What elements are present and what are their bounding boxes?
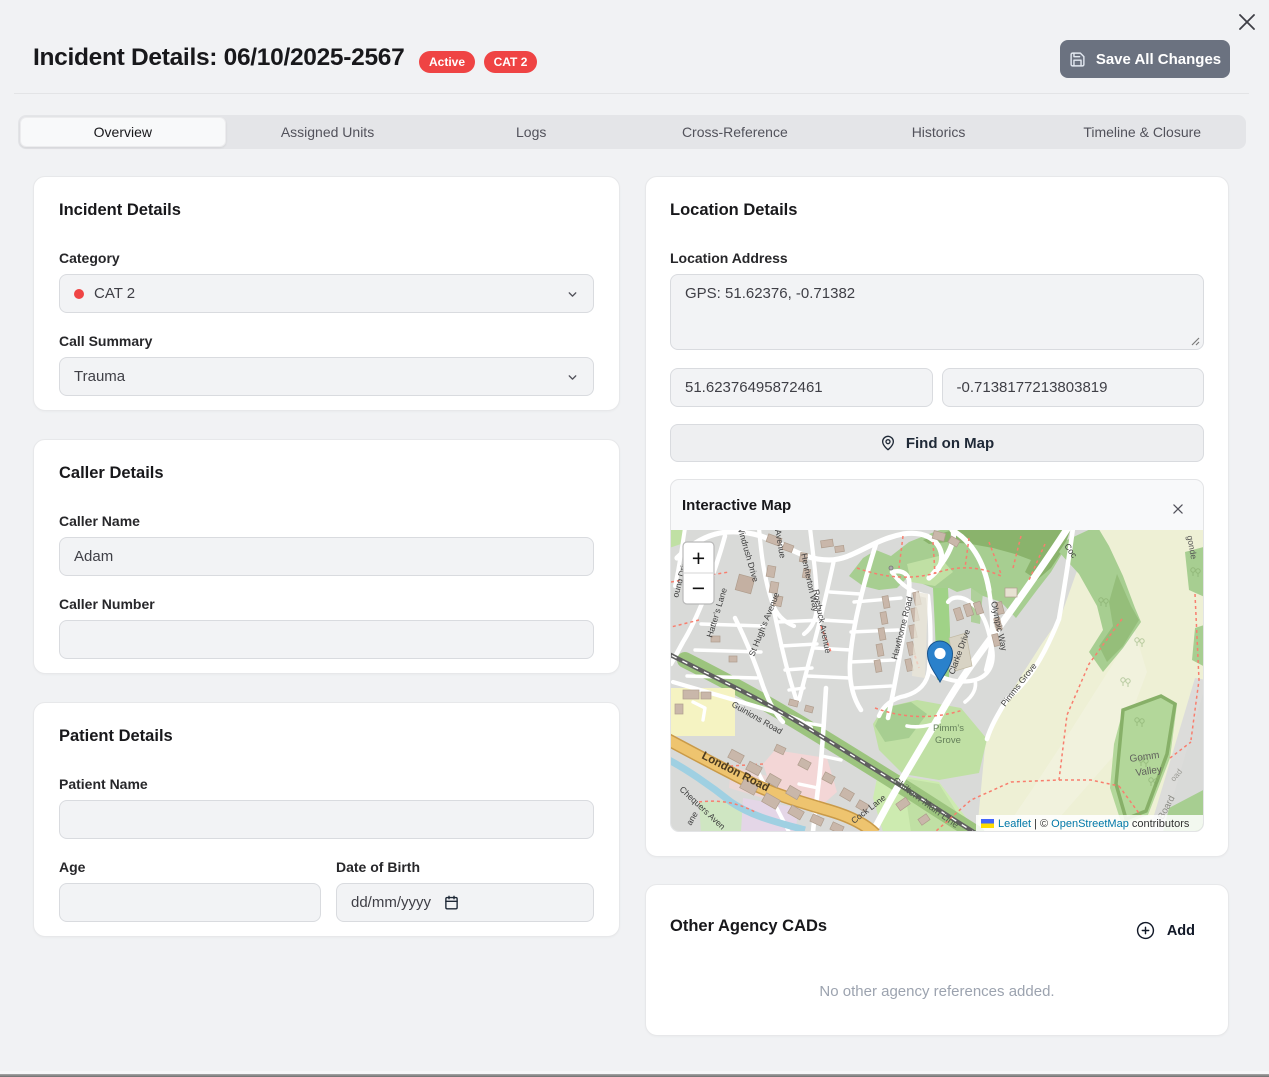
svg-text:Leaflet | © OpenStreetMap cont: Leaflet | © OpenStreetMap contributors xyxy=(998,818,1190,830)
svg-text:Pimm’s: Pimm’s xyxy=(933,723,964,734)
svg-text:−: − xyxy=(692,575,705,601)
svg-text:+: + xyxy=(692,545,705,571)
svg-text:Grove: Grove xyxy=(935,735,961,746)
